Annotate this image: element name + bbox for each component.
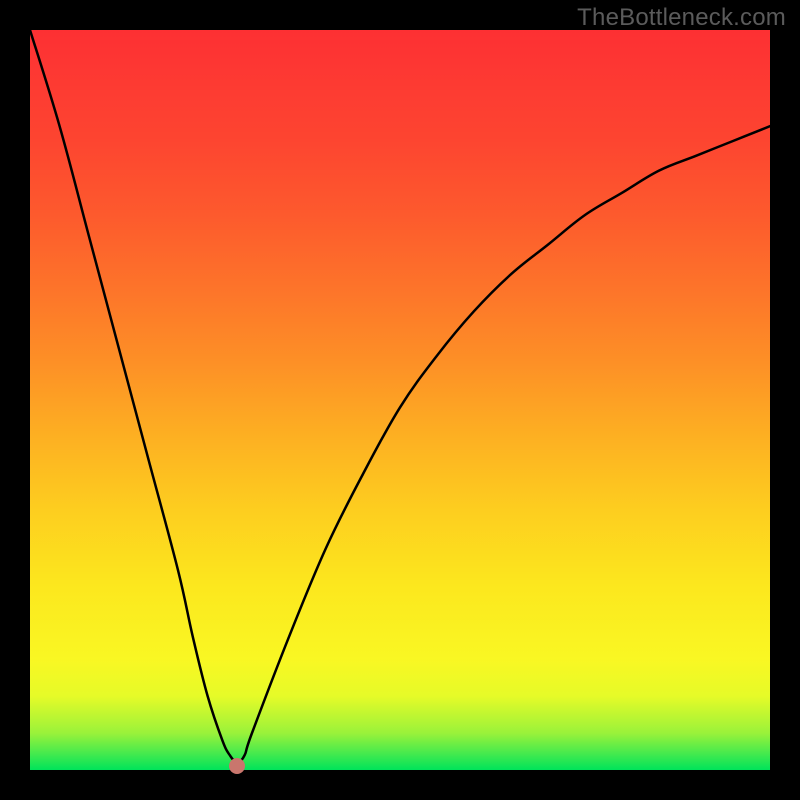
plot-area bbox=[30, 30, 770, 770]
minimum-marker bbox=[229, 758, 245, 774]
curve-layer bbox=[30, 30, 770, 770]
chart-frame: TheBottleneck.com bbox=[0, 0, 800, 800]
bottleneck-curve bbox=[30, 30, 770, 763]
watermark-text: TheBottleneck.com bbox=[577, 4, 786, 32]
